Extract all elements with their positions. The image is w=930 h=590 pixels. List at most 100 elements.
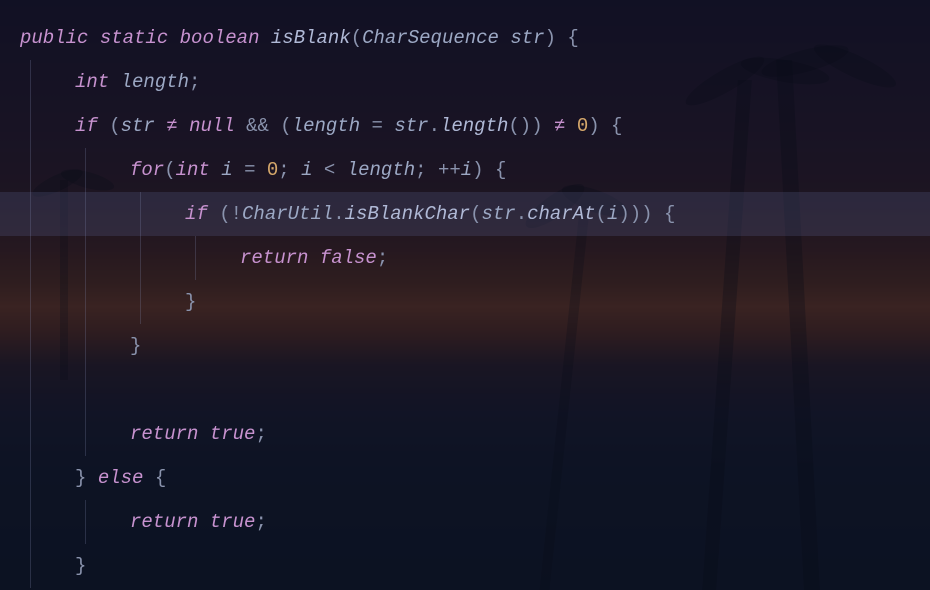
code-line[interactable]: if (!CharUtil.isBlankChar(str.charAt(i))… xyxy=(0,192,930,236)
token-punc: ; xyxy=(255,511,266,533)
token-punc: } xyxy=(185,291,196,313)
token-op: ! xyxy=(231,203,242,225)
token-fn: isBlank xyxy=(271,27,351,49)
indent-guide xyxy=(30,60,31,104)
token-flow: else xyxy=(98,467,144,489)
code-line-content: if (str ≠ null && (length = str.length()… xyxy=(20,115,622,137)
token-punc: ) xyxy=(618,203,629,225)
token-punc: ( xyxy=(470,203,481,225)
token-punc: { xyxy=(664,203,675,225)
code-line-content: } else { xyxy=(20,467,166,489)
indent-guide xyxy=(195,236,196,280)
token-sp xyxy=(360,115,371,137)
indent-guide xyxy=(85,500,86,544)
indent-guide xyxy=(30,412,31,456)
token-id: i xyxy=(461,159,472,181)
token-op: = xyxy=(244,159,255,181)
token-sp xyxy=(178,115,189,137)
token-sp xyxy=(313,159,324,181)
token-sp xyxy=(499,27,510,49)
token-sp xyxy=(168,27,179,49)
token-sp xyxy=(198,511,209,533)
token-id: str xyxy=(481,203,515,225)
token-sp xyxy=(543,115,554,137)
token-punc: ) xyxy=(641,203,652,225)
indent-guide xyxy=(30,280,31,324)
indent-guide xyxy=(85,280,86,324)
token-punc: ; xyxy=(189,71,200,93)
code-line[interactable]: public static boolean isBlank(CharSequen… xyxy=(0,16,930,60)
code-line[interactable]: } else { xyxy=(0,456,930,500)
token-punc: . xyxy=(516,203,527,225)
token-sp xyxy=(208,203,219,225)
token-op: = xyxy=(372,115,383,137)
token-fn: isBlankChar xyxy=(345,203,470,225)
token-sp xyxy=(269,115,280,137)
token-sp xyxy=(259,27,270,49)
token-id: str xyxy=(121,115,155,137)
token-kw: public xyxy=(20,27,88,49)
indent-guide xyxy=(30,192,31,236)
token-sp xyxy=(556,27,567,49)
code-line[interactable]: } xyxy=(0,280,930,324)
code-line[interactable]: return false; xyxy=(0,236,930,280)
code-editor[interactable]: public static boolean isBlank(CharSequen… xyxy=(0,0,930,590)
indent-guide xyxy=(140,236,141,280)
token-punc: ( xyxy=(596,203,607,225)
indent-guide xyxy=(30,324,31,368)
token-id: i xyxy=(301,159,312,181)
code-line[interactable]: } xyxy=(0,544,930,588)
token-type: boolean xyxy=(180,27,260,49)
token-sp xyxy=(235,115,246,137)
token-sp xyxy=(198,423,209,445)
token-sp xyxy=(427,159,438,181)
code-line[interactable]: if (str ≠ null && (length = str.length()… xyxy=(0,104,930,148)
token-punc: ( xyxy=(351,27,362,49)
token-sp xyxy=(600,115,611,137)
token-punc: ; xyxy=(255,423,266,445)
token-bool: true xyxy=(210,423,256,445)
token-id: length xyxy=(292,115,360,137)
token-id: length xyxy=(121,71,189,93)
token-sp xyxy=(88,27,99,49)
token-punc: } xyxy=(75,467,86,489)
token-sp xyxy=(653,203,664,225)
code-line[interactable]: for(int i = 0; i < length; ++i) { xyxy=(0,148,930,192)
token-punc: ) xyxy=(472,159,483,181)
token-punc: ; xyxy=(278,159,289,181)
token-num: 0 xyxy=(267,159,278,181)
code-line-content: return true; xyxy=(20,423,267,445)
token-id: i xyxy=(221,159,232,181)
token-punc: ; xyxy=(377,247,388,269)
token-sp xyxy=(565,115,576,137)
token-flow: return xyxy=(130,423,198,445)
token-punc: ( xyxy=(219,203,230,225)
indent-guide xyxy=(30,236,31,280)
token-id: length xyxy=(347,159,415,181)
token-punc: ( xyxy=(164,159,175,181)
token-punc: } xyxy=(75,555,86,577)
indent-guide xyxy=(85,236,86,280)
token-sp xyxy=(86,467,97,489)
indent-guide xyxy=(85,412,86,456)
token-opne: ≠ xyxy=(554,115,565,137)
token-punc: { xyxy=(155,467,166,489)
token-kw: static xyxy=(100,27,168,49)
token-op: && xyxy=(246,115,269,137)
token-sp xyxy=(143,467,154,489)
code-line[interactable]: } xyxy=(0,324,930,368)
token-sp xyxy=(383,115,394,137)
token-sp xyxy=(233,159,244,181)
code-line[interactable]: int length; xyxy=(0,60,930,104)
token-id: str xyxy=(394,115,428,137)
token-bool: true xyxy=(210,511,256,533)
code-line-content: } xyxy=(20,335,141,357)
indent-guide xyxy=(85,148,86,192)
code-line-content xyxy=(20,379,130,401)
token-punc: ) xyxy=(630,203,641,225)
token-fn: length xyxy=(440,115,508,137)
code-line[interactable]: return true; xyxy=(0,412,930,456)
token-opne: ≠ xyxy=(166,115,177,137)
code-line[interactable] xyxy=(0,368,930,412)
code-line[interactable]: return true; xyxy=(0,500,930,544)
